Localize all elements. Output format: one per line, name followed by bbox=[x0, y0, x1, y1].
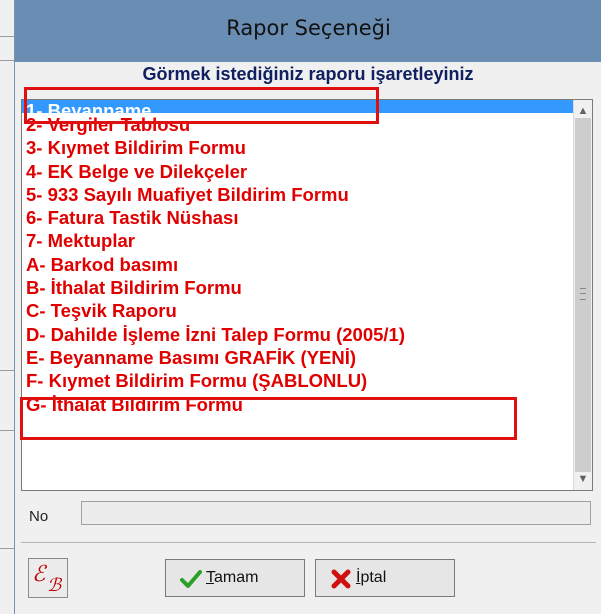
list-scrollbar[interactable]: ▲ ▼ bbox=[573, 100, 592, 490]
list-item-tesvik-raporu[interactable]: C- Teşvik Raporu bbox=[22, 299, 574, 322]
background-line bbox=[0, 370, 14, 371]
rapor-secenegi-dialog: Rapor Seçeneği Görmek istediğiniz raporu… bbox=[14, 0, 601, 614]
background-line bbox=[0, 430, 14, 431]
tamam-label: Tamam bbox=[206, 569, 259, 586]
scroll-thumb[interactable] bbox=[575, 118, 591, 472]
highlight-box-beyanname bbox=[24, 87, 379, 124]
list-item-fatura-tastik[interactable]: 6- Fatura Tastik Nüshası bbox=[22, 206, 574, 229]
background-line bbox=[0, 60, 14, 61]
instruction-heading: Görmek istediğiniz raporu işaretleyiniz bbox=[142, 64, 474, 84]
divider bbox=[21, 542, 596, 543]
background-line bbox=[0, 548, 14, 549]
list-item-kiymet-sablonlu[interactable]: F- Kıymet Bildirim Formu (ŞABLONLU) bbox=[22, 369, 574, 392]
cross-icon bbox=[328, 566, 354, 592]
svg-text:ℰ: ℰ bbox=[32, 562, 48, 587]
list-item-mektuplar[interactable]: 7- Mektuplar bbox=[22, 229, 574, 252]
highlight-box-grafik bbox=[20, 397, 517, 440]
list-item-kiymet-bildirim-formu[interactable]: 3- Kıymet Bildirim Formu bbox=[22, 136, 574, 159]
list-item-ek-belge[interactable]: 4- EK Belge ve Dilekçeler bbox=[22, 160, 574, 183]
eb-logo-icon[interactable]: ℰ ℬ bbox=[28, 558, 68, 598]
window-title: Rapor Seçeneği bbox=[226, 16, 391, 40]
list-item-dahilde-isleme[interactable]: D- Dahilde İşleme İzni Talep Formu (2005… bbox=[22, 323, 574, 346]
check-icon bbox=[178, 566, 204, 592]
scroll-down-icon[interactable]: ▼ bbox=[574, 470, 592, 488]
tamam-button[interactable]: Tamam bbox=[165, 559, 305, 597]
no-field[interactable] bbox=[81, 501, 591, 525]
list-item-933-muafiyet[interactable]: 5- 933 Sayılı Muafiyet Bildirim Formu bbox=[22, 183, 574, 206]
background-line bbox=[0, 36, 14, 37]
list-item-ithalat-bildirim[interactable]: B- İthalat Bildirim Formu bbox=[22, 276, 574, 299]
report-list-items: 1- Beyanname 2- Vergiler Tablosu 3- Kıym… bbox=[22, 100, 574, 416]
iptal-label: İptal bbox=[356, 569, 387, 586]
list-item-barkod[interactable]: A- Barkod basımı bbox=[22, 253, 574, 276]
svg-text:ℬ: ℬ bbox=[47, 575, 63, 596]
iptal-button[interactable]: İptal bbox=[315, 559, 455, 597]
no-label: No bbox=[29, 508, 49, 525]
list-item-beyanname-grafik[interactable]: E- Beyanname Basımı GRAFİK (YENİ) bbox=[22, 346, 574, 369]
scroll-grip-icon bbox=[580, 288, 586, 300]
title-bar[interactable]: Rapor Seçeneği bbox=[15, 0, 601, 62]
